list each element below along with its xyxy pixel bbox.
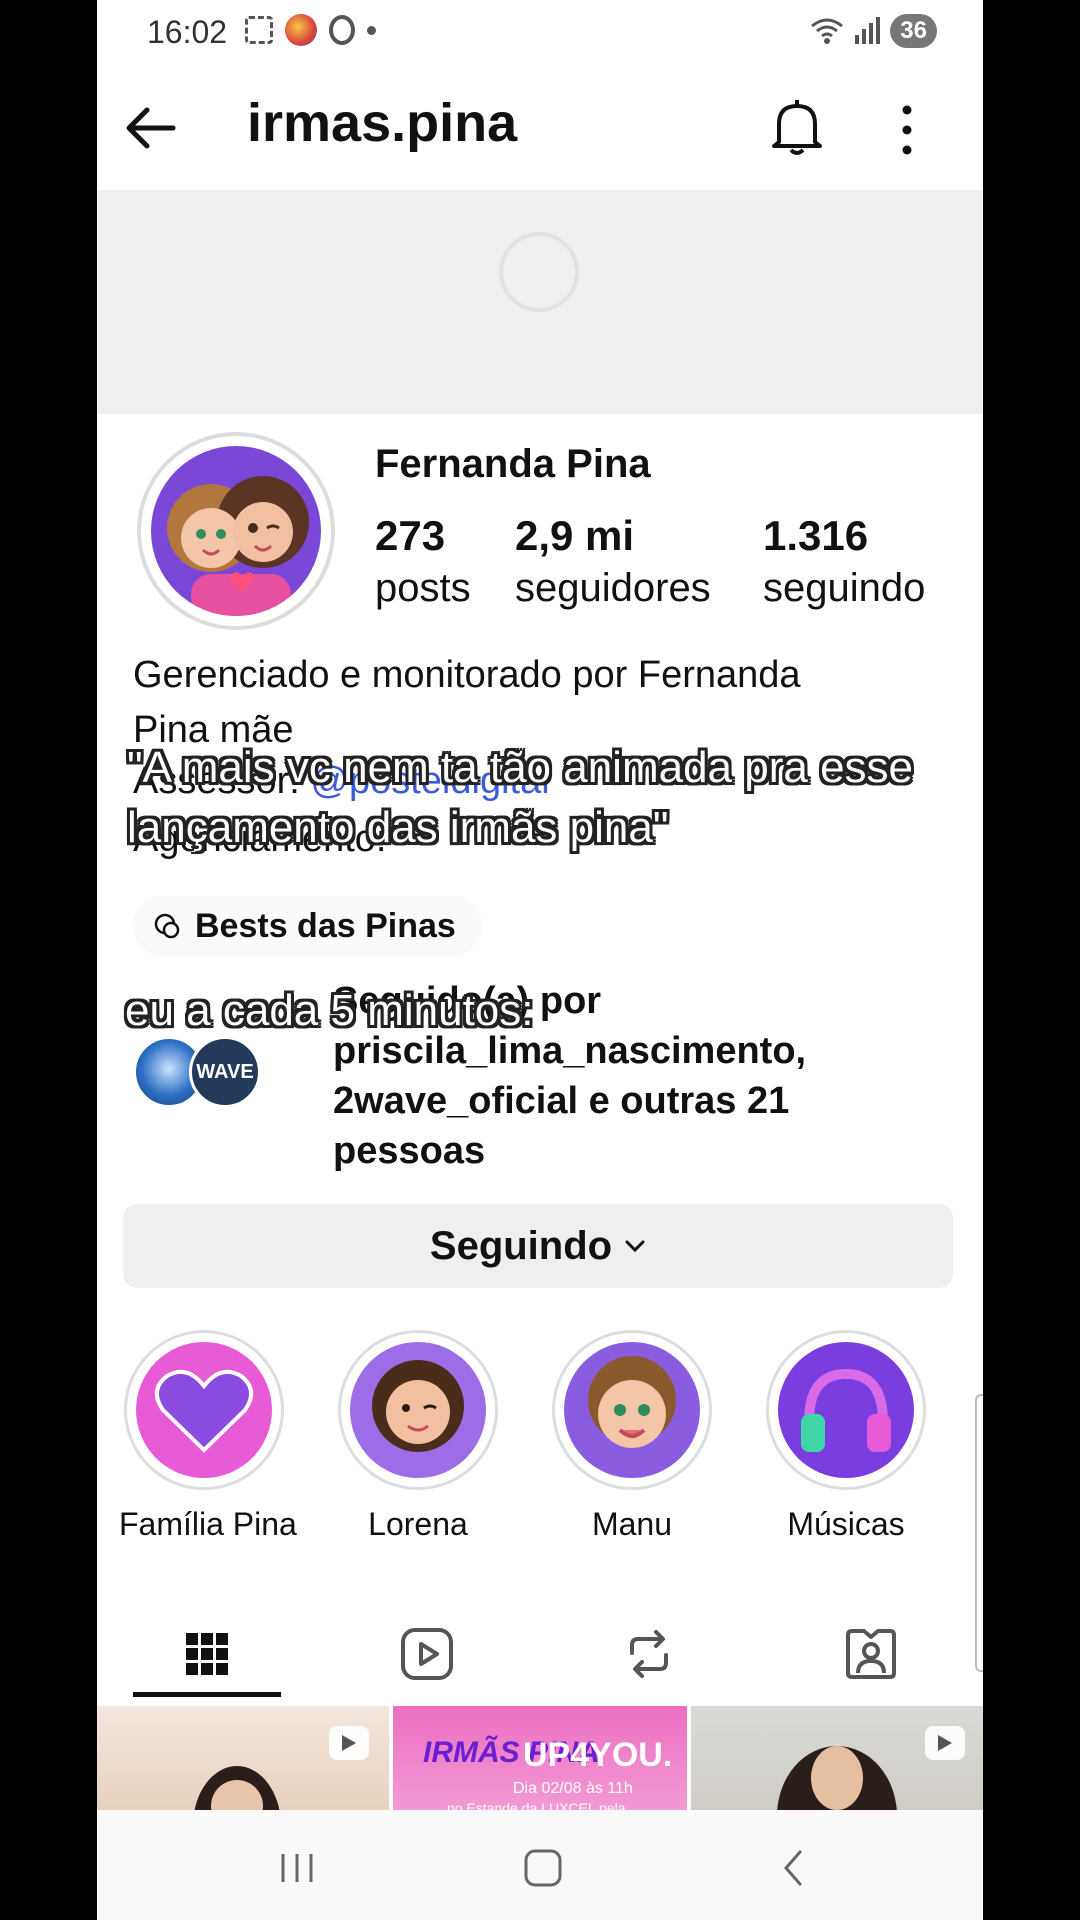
wifi-icon	[811, 18, 844, 44]
highlight-cover	[778, 1342, 914, 1478]
profile-full-name: Fernanda Pina	[375, 442, 651, 486]
home-button[interactable]	[513, 1838, 573, 1898]
reel-badge-icon	[925, 1726, 965, 1760]
avatar-face-icon	[372, 1360, 464, 1452]
video-caption-overlay: "A mais vc nem ta tão animada pra esse l…	[127, 743, 914, 852]
video-caption-overlay-2: eu a cada 5 minutos:	[125, 986, 534, 1035]
highlight-ring	[338, 1330, 498, 1490]
highlight-ring	[766, 1330, 926, 1490]
reel-badge-icon	[329, 1726, 369, 1760]
highlight-cover	[350, 1342, 486, 1478]
highlight-familia-pina[interactable]: Família Pina	[119, 1330, 297, 1543]
stat-value: 1.316	[763, 512, 869, 559]
avatar-image	[151, 446, 321, 616]
heart-icon	[155, 1369, 253, 1453]
headphones-icon	[801, 1368, 891, 1452]
back-button[interactable]	[119, 98, 179, 158]
reels-icon	[401, 1628, 453, 1680]
bio-line: Gerenciado e monitorado por Fernanda	[133, 654, 801, 696]
tab-tagged[interactable]	[797, 1614, 945, 1694]
profile-username: irmas.pina	[247, 93, 518, 153]
avatar-illustration-icon	[151, 446, 321, 616]
loading-banner	[97, 190, 983, 414]
grid-icon	[186, 1633, 228, 1675]
following-button-label: Seguindo	[429, 1223, 613, 1268]
active-tab-indicator	[133, 1692, 281, 1697]
stat-label: seguidores	[515, 566, 711, 610]
more-notifications-dot-icon	[367, 25, 376, 35]
recent-apps-button[interactable]	[267, 1838, 327, 1898]
signal-icon	[855, 17, 881, 44]
highlight-cover	[136, 1342, 272, 1478]
notifications-button[interactable]	[767, 96, 827, 158]
stat-value: 273	[375, 512, 446, 559]
highlight-label: Manu	[591, 1506, 673, 1542]
arrow-left-icon	[126, 107, 176, 149]
profile-tabs	[97, 1600, 983, 1700]
stat-following[interactable]: 1.316 seguindo	[763, 512, 925, 611]
highlight-musicas[interactable]: Músicas	[761, 1330, 931, 1543]
system-navigation-bar	[97, 1810, 983, 1920]
highlight-manu[interactable]: Manu	[547, 1330, 717, 1543]
stat-followers[interactable]: 2,9 mi seguidores	[515, 512, 711, 611]
tagged-person-icon	[846, 1629, 896, 1679]
status-left-icons	[245, 14, 376, 46]
profile-header: irmas.pina	[97, 68, 983, 188]
phone-screen: 16:02 36 irmas.pina Fernanda Pina 273 po…	[97, 0, 983, 1920]
chevron-down-icon	[625, 1240, 645, 1253]
home-square-icon	[524, 1849, 562, 1887]
post-thumbnail[interactable]	[97, 1706, 389, 1810]
stat-label: seguindo	[763, 566, 926, 610]
highlight-lorena[interactable]: Lorena	[333, 1330, 503, 1543]
more-vertical-icon	[902, 105, 912, 155]
stat-value: 2,9 mi	[515, 512, 635, 559]
following-button[interactable]: Seguindo	[123, 1204, 953, 1288]
highlight-label: Lorena	[368, 1506, 468, 1542]
battery-indicator: 36	[890, 14, 937, 48]
system-back-button[interactable]	[763, 1838, 823, 1898]
chevron-left-icon	[784, 1850, 802, 1886]
highlight-ring	[552, 1330, 712, 1490]
tab-posts-grid[interactable]	[133, 1614, 281, 1694]
status-time: 16:02	[147, 14, 228, 50]
screenshot-icon	[245, 16, 273, 44]
app-notification-icon	[285, 14, 317, 46]
promo-subtitle: Dia 02/08 às 11h	[513, 1780, 633, 1797]
post-thumbnail[interactable]: IRMÃS PINA UP4YOU. Dia 02/08 às 11h no E…	[393, 1706, 687, 1810]
loading-spinner-icon	[499, 232, 579, 312]
highlight-label: Família Pina	[119, 1506, 297, 1542]
tab-reposts[interactable]	[575, 1614, 723, 1694]
stat-label: posts	[375, 566, 471, 610]
recent-apps-icon	[281, 1854, 313, 1882]
tab-reels[interactable]	[353, 1614, 501, 1694]
posts-grid: IRMÃS PINA UP4YOU. Dia 02/08 às 11h no E…	[97, 1706, 983, 1810]
promo-subtitle-2: no Estande da LUXCEL pela	[447, 1800, 626, 1810]
mutual-followers-avatars[interactable]: WAVE	[133, 1036, 263, 1108]
avatar-face-icon	[588, 1356, 676, 1448]
repost-icon	[630, 1630, 668, 1678]
highlight-ring	[124, 1330, 284, 1490]
profile-link-chip[interactable]: Bests das Pinas	[133, 896, 482, 956]
threads-icon	[154, 913, 180, 939]
highlight-cover	[564, 1342, 700, 1478]
bell-icon	[772, 100, 822, 155]
mutual-avatar: WAVE	[189, 1036, 261, 1108]
promo-title: UP4YOU.	[523, 1736, 673, 1774]
o-app-icon	[329, 15, 355, 45]
post-thumbnail[interactable]	[691, 1706, 983, 1810]
status-bar: 16:02 36	[97, 0, 983, 66]
link-chip-label: Bests das Pinas	[195, 906, 456, 945]
highlight-label: Músicas	[787, 1506, 905, 1542]
profile-avatar[interactable]	[137, 432, 335, 630]
status-right: 36	[810, 14, 937, 48]
stat-posts[interactable]: 273 posts	[375, 512, 471, 611]
more-options-button[interactable]	[897, 102, 917, 158]
